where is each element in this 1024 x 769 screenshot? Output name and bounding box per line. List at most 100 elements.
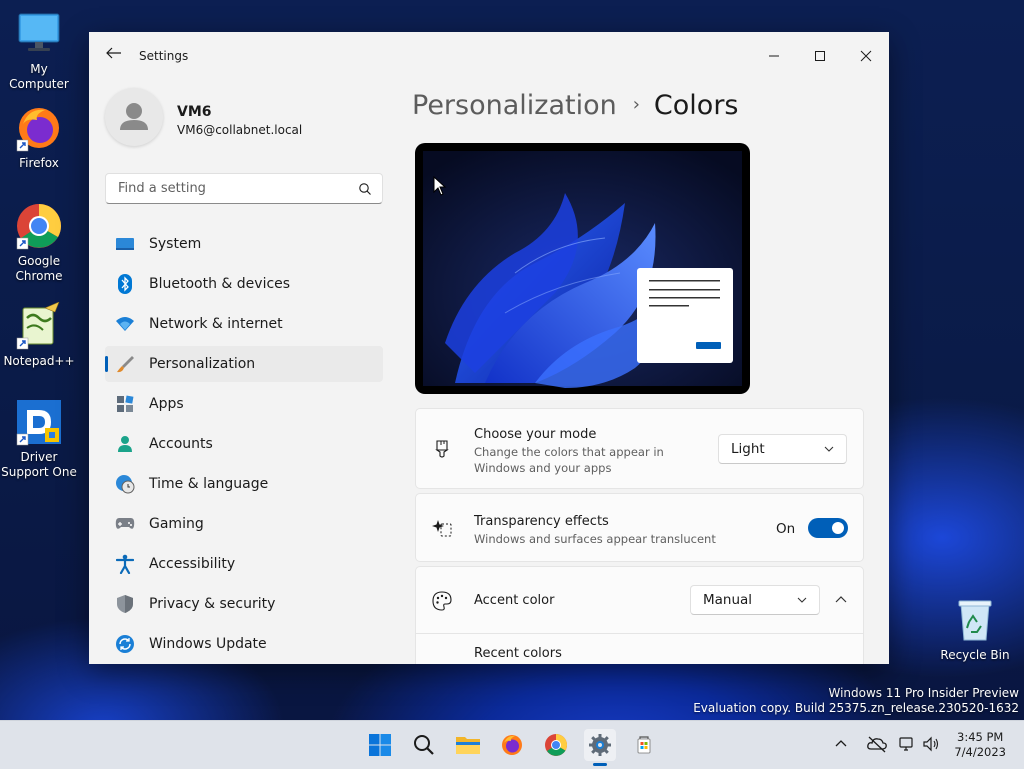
mode-dropdown[interactable]: Light: [718, 434, 847, 464]
windows-logo-icon: [369, 734, 391, 756]
back-button[interactable]: [103, 45, 123, 61]
sidebar-item-time-language[interactable]: Time & language: [105, 466, 383, 502]
mode-dropdown-value: Light: [731, 441, 765, 457]
user-email: VM6@collabnet.local: [177, 123, 303, 137]
mouse-cursor-icon: [433, 176, 447, 196]
search-input[interactable]: [116, 180, 350, 197]
watermark-line-2: Evaluation copy. Build 25375.zn_release.…: [693, 701, 1019, 715]
back-arrow-icon: [106, 47, 121, 59]
taskbar: 3:45 PM 7/4/2023: [0, 720, 1024, 769]
accessibility-icon: [115, 554, 135, 574]
sidebar-item-label: Personalization: [149, 356, 256, 372]
divider: [416, 633, 863, 634]
maximize-button[interactable]: [797, 40, 843, 72]
search-box[interactable]: [105, 173, 383, 204]
desktop-icon-recycle-bin[interactable]: Recycle Bin: [935, 596, 1015, 663]
app-title: Settings: [139, 49, 189, 63]
start-button[interactable]: [364, 729, 396, 761]
monitor-icon: [15, 10, 63, 58]
file-explorer-button[interactable]: [452, 729, 484, 761]
settings-taskbar-button[interactable]: [584, 729, 616, 766]
page-title: Colors: [653, 90, 739, 121]
recycle-bin-icon: [951, 596, 999, 644]
show-hidden-icons-button[interactable]: [834, 737, 852, 753]
accent-dropdown[interactable]: Manual: [690, 585, 820, 615]
sidebar-item-label: Network & internet: [149, 316, 283, 332]
desktop-icon-label: Google Chrome: [15, 254, 63, 283]
user-avatar-icon: [120, 103, 148, 130]
gear-icon: [589, 734, 611, 756]
sidebar-item-network-internet[interactable]: Network & internet: [105, 306, 383, 342]
sidebar-item-label: Accessibility: [149, 556, 236, 572]
sidebar-item-label: System: [149, 236, 202, 252]
sidebar-item-accounts[interactable]: Accounts: [105, 426, 383, 462]
breadcrumb-parent[interactable]: Personalization: [412, 90, 617, 121]
sidebar-item-label: Privacy & security: [149, 596, 276, 612]
chevron-down-icon: [797, 597, 807, 603]
evaluation-watermark: Windows 11 Pro Insider Preview Evaluatio…: [693, 686, 1019, 716]
driver-support-icon: [15, 398, 63, 446]
sidebar-item-windows-update[interactable]: Windows Update: [105, 626, 383, 662]
accounts-icon: [115, 434, 135, 454]
volume-tray-button[interactable]: [922, 735, 942, 755]
transparency-card: Transparency effects Windows and surface…: [415, 493, 864, 562]
transparency-toggle[interactable]: [808, 518, 848, 538]
gamepad-icon: [115, 514, 135, 534]
clock-date: 7/4/2023: [954, 745, 1006, 759]
paintbrush-mode-icon: [435, 440, 449, 458]
network-tray-button[interactable]: [898, 735, 918, 755]
close-button[interactable]: [843, 40, 889, 72]
system-icon: [115, 234, 135, 254]
minimize-button[interactable]: [751, 40, 797, 72]
title-bar[interactable]: Settings: [89, 32, 889, 72]
wifi-icon: [115, 314, 135, 334]
sidebar-item-gaming[interactable]: Gaming: [105, 506, 383, 542]
desktop-icon-label: Driver Support One: [1, 450, 77, 479]
speaker-icon: [923, 736, 939, 752]
folder-icon: [456, 737, 480, 754]
chrome-taskbar-button[interactable]: [540, 729, 572, 761]
sidebar-item-accessibility[interactable]: Accessibility: [105, 546, 383, 582]
settings-window: Settings VM6 VM6@collabnet.local Find a …: [89, 32, 889, 664]
recent-colors-label: Recent colors: [474, 646, 562, 661]
desktop-icon-notepad-plus-plus[interactable]: Notepad++: [0, 301, 79, 369]
collapse-accent-button[interactable]: [826, 585, 856, 615]
chevron-up-icon: [835, 596, 847, 603]
accent-dropdown-value: Manual: [703, 592, 753, 608]
search-taskbar-button[interactable]: [408, 729, 440, 761]
sidebar-item-personalization[interactable]: Personalization: [105, 346, 383, 382]
desktop-icon-firefox[interactable]: Firefox: [0, 104, 79, 171]
apps-icon: [115, 394, 135, 414]
minimize-icon: [769, 55, 779, 57]
chrome-icon: [15, 202, 63, 250]
firefox-taskbar-button[interactable]: [496, 729, 528, 761]
mode-title: Choose your mode: [474, 427, 597, 442]
sidebar-item-label: Windows Update: [149, 636, 267, 652]
breadcrumb: Personalization › Colors: [412, 90, 738, 121]
sidebar-item-bluetooth-devices[interactable]: Bluetooth & devices: [105, 266, 383, 302]
palette-icon: [432, 591, 452, 611]
user-name: VM6: [177, 104, 212, 120]
ethernet-icon: [899, 737, 913, 751]
desktop-icon-google-chrome[interactable]: Google Chrome: [0, 202, 79, 284]
chevron-up-icon: [835, 740, 847, 747]
bloom-wallpaper-preview: [423, 151, 742, 388]
sidebar-item-apps[interactable]: Apps: [105, 386, 383, 422]
desktop-icon-driver-support-one[interactable]: Driver Support One: [0, 398, 79, 480]
avatar: [105, 88, 163, 146]
store-taskbar-button[interactable]: [628, 729, 660, 761]
clock[interactable]: 3:45 PM 7/4/2023: [954, 730, 1006, 760]
sidebar-item-label: Apps: [149, 396, 184, 412]
desktop-icon-my-computer[interactable]: My Computer: [0, 10, 79, 92]
sidebar-item-privacy-security[interactable]: Privacy & security: [105, 586, 383, 622]
search-icon[interactable]: [358, 182, 372, 196]
choose-mode-card: Choose your mode Change the colors that …: [415, 408, 864, 489]
sidebar-item-label: Bluetooth & devices: [149, 276, 291, 292]
sidebar-item-system[interactable]: System: [105, 226, 383, 262]
transparency-title: Transparency effects: [474, 514, 609, 529]
accent-title: Accent color: [474, 593, 555, 608]
onedrive-tray-button[interactable]: [866, 735, 888, 755]
maximize-icon: [815, 51, 825, 61]
globe-clock-icon: [115, 474, 135, 494]
sidebar-item-label: Gaming: [149, 516, 204, 532]
